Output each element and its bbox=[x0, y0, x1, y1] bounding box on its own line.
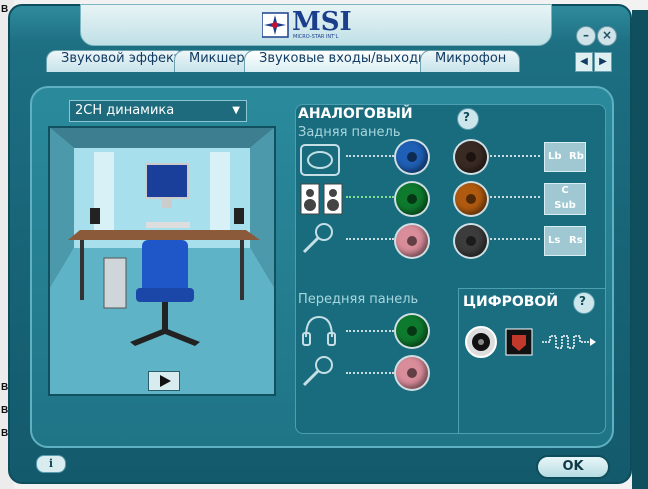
tab-scroll-right[interactable]: ▶ bbox=[594, 52, 612, 72]
tab-label: Звуковой эффект bbox=[61, 51, 182, 66]
background-letter: B bbox=[1, 4, 9, 15]
tab-audio-io[interactable]: Звуковые входы/выходы bbox=[244, 50, 434, 72]
tab-label: Микрофон bbox=[435, 51, 507, 66]
optical-out-icon[interactable] bbox=[505, 328, 533, 356]
play-test-button[interactable] bbox=[148, 371, 180, 391]
brand-tagline: MICRO-STAR INT'L bbox=[293, 34, 339, 40]
center-sub-icon[interactable]: C Sub bbox=[544, 183, 586, 215]
channel-label: Lb bbox=[548, 151, 562, 162]
side-speaker-jack[interactable] bbox=[455, 225, 487, 257]
line-in-icon[interactable] bbox=[300, 144, 340, 176]
room-illustration bbox=[48, 126, 276, 396]
analog-title: АНАЛОГОВЫЙ bbox=[298, 106, 413, 122]
help-icon: ? bbox=[463, 110, 470, 124]
ok-label: OK bbox=[562, 459, 584, 474]
rear-panel-label: Задняя панель bbox=[298, 125, 401, 140]
tab-sound-effect[interactable]: Звуковой эффект bbox=[46, 50, 186, 72]
front-mic-jack[interactable] bbox=[396, 357, 428, 389]
front-panel-label: Передняя панель bbox=[298, 292, 419, 307]
analog-help-button[interactable]: ? bbox=[457, 108, 479, 130]
cable bbox=[346, 196, 394, 200]
front-headphone-jack[interactable] bbox=[396, 315, 428, 347]
arrow-right-icon: ▶ bbox=[599, 56, 607, 67]
channel-label: C bbox=[561, 185, 569, 196]
digital-help-button[interactable]: ? bbox=[573, 292, 595, 314]
close-button[interactable]: × bbox=[597, 26, 617, 46]
tab-scroll-left[interactable]: ◀ bbox=[575, 52, 593, 72]
help-icon: ? bbox=[579, 294, 586, 308]
line-in-jack[interactable] bbox=[396, 141, 428, 173]
side-speakers-icon[interactable]: Ls Rs bbox=[544, 226, 586, 256]
rear-speakers-icon[interactable]: Lb Rb bbox=[544, 142, 586, 172]
channel-label: Ls bbox=[548, 235, 561, 246]
ok-button[interactable]: OK bbox=[536, 455, 610, 479]
center-sub-jack[interactable] bbox=[455, 183, 487, 215]
minimize-button[interactable]: – bbox=[576, 26, 596, 46]
cable bbox=[346, 155, 394, 159]
headphones-icon[interactable] bbox=[302, 313, 336, 347]
cable bbox=[346, 330, 394, 334]
cable bbox=[490, 196, 540, 200]
front-speaker-jack[interactable] bbox=[396, 183, 428, 215]
minimize-icon: – bbox=[583, 28, 589, 42]
arrow-left-icon: ◀ bbox=[580, 56, 588, 67]
cable bbox=[346, 238, 394, 242]
coaxial-out-icon[interactable] bbox=[464, 325, 498, 359]
info-button[interactable]: i bbox=[36, 455, 66, 473]
tab-label: Звуковые входы/выходы bbox=[259, 51, 429, 66]
msi-logo: MSI MICRO-STAR INT'L bbox=[261, 7, 372, 41]
channel-label: Rs bbox=[569, 235, 583, 246]
background-window-right bbox=[632, 10, 648, 489]
tab-microphone[interactable]: Микрофон bbox=[420, 50, 520, 72]
digital-signal-icon bbox=[542, 335, 596, 349]
speakers-icon[interactable] bbox=[300, 183, 344, 215]
chevron-down-icon: ▼ bbox=[232, 105, 240, 116]
mic-in-jack[interactable] bbox=[396, 225, 428, 257]
speaker-config-select[interactable]: 2CH динамика ▼ bbox=[69, 100, 247, 122]
digital-title: ЦИФРОВОЙ bbox=[463, 294, 559, 310]
microphone-icon[interactable] bbox=[300, 222, 334, 256]
channel-label: Rb bbox=[569, 151, 584, 162]
info-icon: i bbox=[48, 457, 54, 470]
close-icon: × bbox=[601, 28, 613, 42]
tab-label: Микшер bbox=[189, 51, 245, 66]
speaker-config-value: 2CH динамика bbox=[75, 103, 175, 118]
brand-name: MSI bbox=[292, 7, 352, 37]
channel-label: Sub bbox=[554, 200, 576, 211]
cable bbox=[490, 238, 540, 242]
cable bbox=[490, 155, 540, 159]
microphone-icon[interactable] bbox=[300, 355, 334, 389]
cable bbox=[346, 372, 394, 376]
rear-speaker-jack[interactable] bbox=[455, 141, 487, 173]
